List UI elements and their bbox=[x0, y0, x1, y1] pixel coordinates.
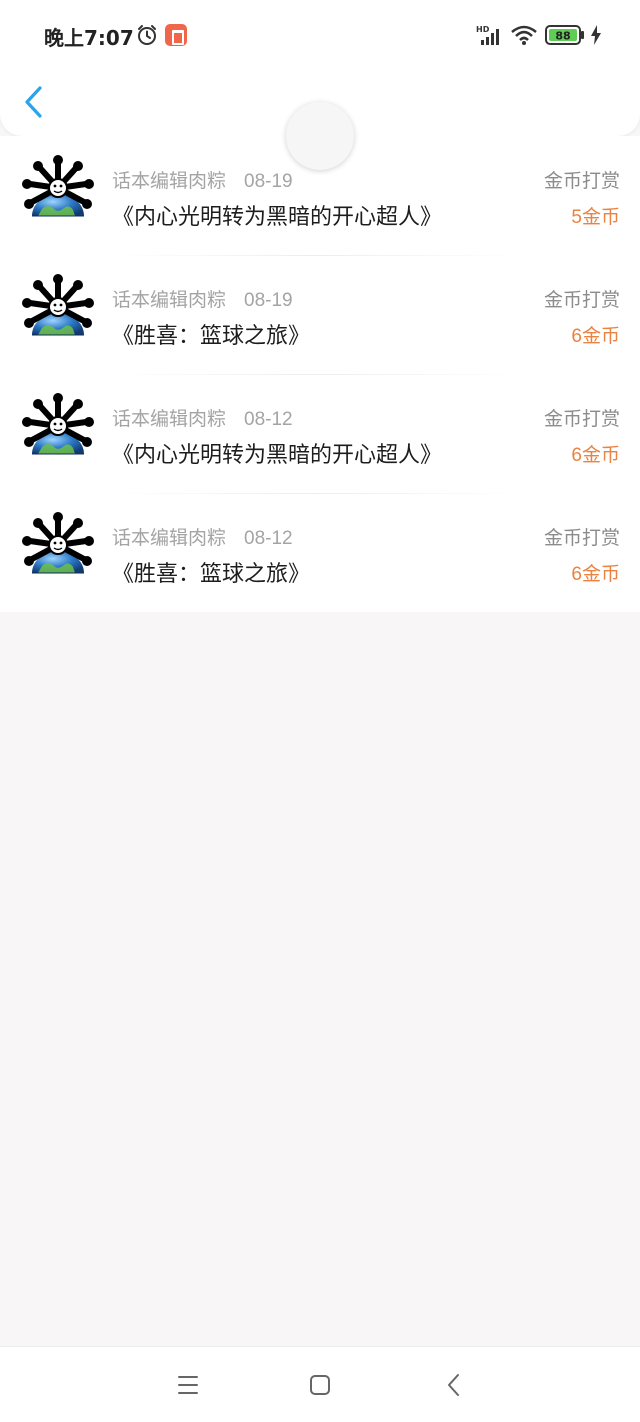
wifi-icon bbox=[511, 25, 537, 45]
home-icon[interactable] bbox=[302, 1369, 338, 1401]
tip-type: 金币打赏 bbox=[543, 171, 620, 192]
coin-amount: 5金币 bbox=[571, 207, 620, 228]
coin-amount: 6金币 bbox=[571, 564, 620, 585]
battery-level: 88 bbox=[555, 30, 570, 43]
back-icon[interactable] bbox=[436, 1369, 472, 1401]
list-item[interactable]: 话本编辑肉粽 08-12 《内心光明转为黑暗的开心超人》 金币打赏 6金币 bbox=[0, 374, 640, 493]
avatar bbox=[22, 155, 94, 217]
list-item[interactable]: 话本编辑肉粽 08-19 《胜喜：篮球之旅》 金币打赏 6金币 bbox=[0, 255, 640, 374]
chevron-left-icon[interactable] bbox=[18, 84, 50, 120]
avatar bbox=[22, 274, 94, 336]
record-meta: 话本编辑肉粽 08-19 bbox=[112, 166, 293, 193]
record-meta: 话本编辑肉粽 08-12 bbox=[112, 404, 293, 431]
record-date: 08-19 bbox=[244, 290, 293, 311]
book-title: 《胜喜：篮球之旅》 bbox=[112, 561, 311, 586]
record-date: 08-12 bbox=[244, 528, 293, 549]
book-title: 《胜喜：篮球之旅》 bbox=[112, 323, 311, 348]
user-name: 话本编辑肉粽 bbox=[112, 171, 227, 192]
user-name: 话本编辑肉粽 bbox=[112, 290, 227, 311]
book-title: 《内心光明转为黑暗的开心超人》 bbox=[112, 204, 443, 229]
battery-icon: 88 bbox=[545, 25, 584, 45]
floating-button[interactable] bbox=[286, 102, 354, 170]
signal-label: HD bbox=[476, 25, 490, 34]
book-title: 《内心光明转为黑暗的开心超人》 bbox=[112, 442, 443, 467]
user-name: 话本编辑肉粽 bbox=[112, 528, 227, 549]
tip-record-list: 话本编辑肉粽 08-19 《内心光明转为黑暗的开心超人》 金币打赏 5金币 话本… bbox=[0, 136, 640, 612]
status-time: 晚上7:07 bbox=[44, 26, 134, 50]
record-meta: 话本编辑肉粽 08-12 bbox=[112, 523, 293, 550]
avatar bbox=[22, 393, 94, 455]
tip-type: 金币打赏 bbox=[543, 290, 620, 311]
list-item[interactable]: 话本编辑肉粽 08-12 《胜喜：篮球之旅》 金币打赏 6金币 bbox=[0, 493, 640, 612]
coin-amount: 6金币 bbox=[571, 326, 620, 347]
alarm-clock-icon bbox=[138, 25, 156, 45]
tip-type: 金币打赏 bbox=[543, 528, 620, 549]
signal-icon: HD bbox=[476, 25, 499, 45]
user-name: 话本编辑肉粽 bbox=[112, 409, 227, 430]
system-nav-bar bbox=[0, 1346, 640, 1422]
avatar bbox=[22, 512, 94, 574]
coin-amount: 6金币 bbox=[571, 445, 620, 466]
record-date: 08-12 bbox=[244, 409, 293, 430]
record-meta: 话本编辑肉粽 08-19 bbox=[112, 285, 293, 312]
app-notification-icon bbox=[165, 24, 187, 46]
menu-icon[interactable] bbox=[170, 1371, 206, 1399]
charging-icon bbox=[591, 25, 601, 45]
tip-type: 金币打赏 bbox=[543, 409, 620, 430]
record-date: 08-19 bbox=[244, 171, 293, 192]
